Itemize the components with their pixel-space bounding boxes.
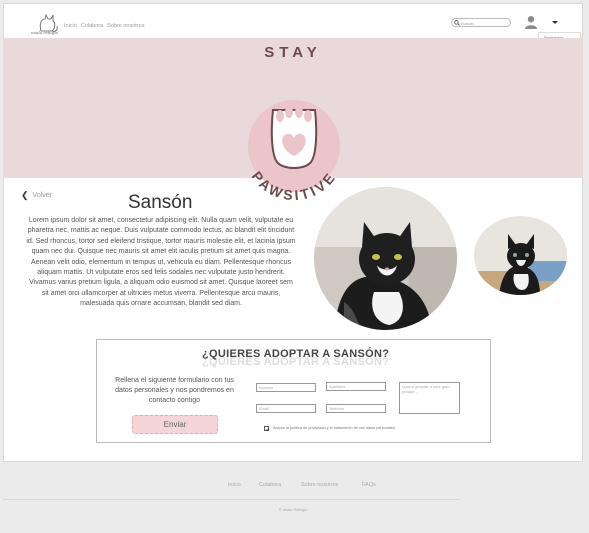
form-title: ¿QUIERES ADOPTAR A SANSÓN? [202, 348, 390, 360]
cat-description: Lorem ipsum dolor sit amet, consectetur … [26, 217, 296, 308]
message-textarea[interactable]: Quiero adoptar a este gato porque... [399, 382, 460, 414]
footer-nav-colabora[interactable]: Colabora [259, 482, 281, 488]
search-input[interactable]: Buscar... [451, 18, 511, 27]
nav-inicio[interactable]: Inicio [64, 23, 77, 29]
nav-colabora[interactable]: Colabora [81, 23, 103, 29]
page: mialo refugio Inicio Colabora Sobre noso… [0, 0, 589, 533]
banner-top-text: STAY [264, 44, 322, 61]
form-intro: Rellena el siguiente formulario con tus … [115, 377, 234, 404]
copyright: © mialo Refugio [279, 507, 308, 512]
apellidos-field[interactable]: Apellidos [326, 382, 386, 391]
chevron-down-icon[interactable] [552, 21, 558, 24]
user-icon[interactable] [524, 15, 538, 29]
hero-banner: STAY PAWSITIVE [3, 38, 583, 203]
cat-name-title: Sansón [128, 192, 193, 213]
chevron-left-icon: ❮ [21, 190, 29, 200]
back-label: Volver [32, 192, 53, 199]
nav-sobre-nosotros[interactable]: Sobre nosotros [107, 23, 144, 29]
adoption-form: ¿QUIERES ADOPTAR A SANSÓN? ¿QUIERES ADOP… [96, 339, 491, 443]
checkmark-icon [265, 427, 269, 431]
cat-photo-main [314, 187, 457, 330]
back-link[interactable]: ❮ Volver [21, 190, 52, 201]
search-icon [454, 20, 460, 26]
cat-photo-secondary-image [474, 216, 567, 295]
main-nav: Inicio Colabora Sobre nosotros [64, 23, 144, 29]
cat-photo-main-image [314, 187, 457, 330]
telefono-field[interactable]: Teléfono [326, 404, 386, 413]
search-placeholder: Buscar... [461, 20, 477, 26]
cat-photo-secondary [474, 216, 567, 295]
footer-nav-faqs[interactable]: FAQs [362, 482, 376, 488]
nombre-field[interactable]: Nombre [256, 383, 316, 392]
footer-divider [3, 499, 460, 500]
paw-badge-icon: PAWSITIVE [248, 100, 340, 203]
footer-nav-sobre-nosotros[interactable]: Sobre nosotros [301, 482, 338, 488]
email-field[interactable]: Email [256, 404, 316, 413]
footer-nav-inicio[interactable]: Inicio [228, 482, 241, 488]
privacy-label: Acepto la política de privacidad y el tr… [273, 426, 395, 430]
send-button[interactable]: Enviar [132, 415, 218, 434]
privacy-checkbox[interactable] [264, 426, 269, 431]
logo-text: mialo refugio [31, 30, 58, 35]
